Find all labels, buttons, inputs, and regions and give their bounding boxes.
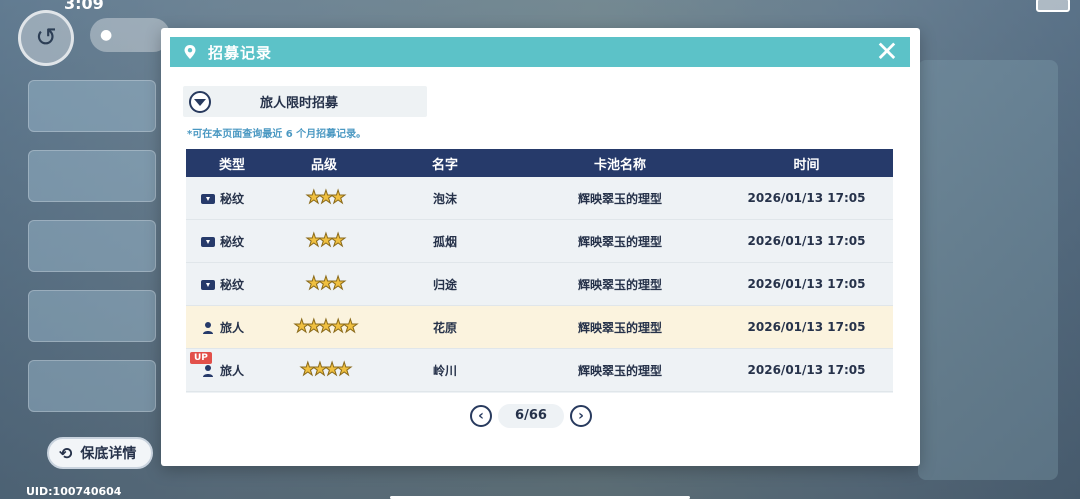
row-pool: 辉映翠玉的理型 — [577, 234, 662, 249]
prev-page-button[interactable]: ‹ — [470, 405, 492, 427]
table-row: UP 旅人 ★★★★ 岭川 辉映翠玉的理型 2026/01/13 17:05 — [186, 349, 893, 392]
battery-icon — [1036, 0, 1070, 12]
pagination: ‹ 6/66 › — [470, 404, 592, 428]
location-pin-icon: ● — [100, 27, 113, 43]
person-icon — [200, 364, 216, 377]
table-header: 类型 品级 名字 卡池名称 时间 — [186, 149, 893, 177]
close-icon: ✕ — [875, 35, 899, 68]
background-panel — [28, 80, 156, 132]
row-time: 2026/01/13 17:05 — [747, 234, 866, 248]
rarity-stars: ★★★★★ — [293, 316, 359, 337]
pity-details-button[interactable]: ⟲ 保底详情 — [47, 437, 153, 469]
table-row: 秘纹 ★★★ 归途 辉映翠玉的理型 2026/01/13 17:05 — [186, 263, 893, 306]
record-period-note: *可在本页面查询最近 6 个月招募记录。 — [187, 129, 367, 140]
back-button[interactable]: ↺ — [18, 10, 74, 66]
pool-dropdown-label: 旅人限时招募 — [259, 96, 338, 111]
card-icon — [200, 235, 216, 248]
table-row-highlighted: 旅人 ★★★★★ 花原 辉映翠玉的理型 2026/01/13 17:05 — [186, 306, 893, 349]
table-row: 秘纹 ★★★ 孤烟 辉映翠玉的理型 2026/01/13 17:05 — [186, 220, 893, 263]
background-side-panel — [918, 60, 1058, 480]
card-icon — [200, 192, 216, 205]
pity-details-label: 保底详情 — [80, 446, 137, 462]
row-name: 泡沫 — [432, 191, 457, 206]
column-header-type: 类型 — [218, 157, 245, 173]
recruit-record-dialog: 招募记录 ✕ 旅人限时招募 *可在本页面查询最近 6 个月招募记录。 类型 品级… — [161, 28, 920, 466]
user-id: UID:100740604 — [26, 485, 122, 498]
chevron-left-icon: ‹ — [478, 408, 484, 424]
row-time: 2026/01/13 17:05 — [747, 320, 866, 334]
rarity-stars: ★★★ — [305, 273, 346, 294]
pool-dropdown[interactable]: 旅人限时招募 — [183, 86, 427, 117]
column-header-time: 时间 — [793, 157, 820, 173]
background-panel — [28, 290, 156, 342]
background-panel — [28, 360, 156, 412]
chevron-down-icon[interactable] — [189, 90, 211, 113]
location-pin-icon — [182, 44, 198, 60]
dialog-header: 招募记录 ✕ — [170, 37, 910, 67]
column-header-name: 名字 — [431, 157, 458, 173]
rarity-stars: ★★★★ — [299, 359, 353, 380]
row-name: 孤烟 — [432, 234, 457, 249]
row-name: 岭川 — [432, 363, 457, 378]
rarity-stars: ★★★ — [305, 187, 346, 208]
rarity-stars: ★★★ — [305, 230, 346, 251]
record-table: 类型 品级 名字 卡池名称 时间 秘纹 ★★★ 泡沫 辉映翠玉的理型 2026/… — [186, 149, 893, 393]
chevron-right-icon: › — [578, 408, 584, 424]
row-time: 2026/01/13 17:05 — [747, 363, 866, 377]
column-header-pool: 卡池名称 — [593, 157, 646, 173]
person-icon — [200, 321, 216, 334]
row-type: 秘纹 — [220, 191, 245, 206]
row-name: 归途 — [432, 277, 457, 292]
row-type: 旅人 — [220, 363, 245, 378]
next-page-button[interactable]: › — [570, 405, 592, 427]
table-row: 秘纹 ★★★ 泡沫 辉映翠玉的理型 2026/01/13 17:05 — [186, 177, 893, 220]
row-type: 秘纹 — [220, 277, 245, 292]
card-icon — [200, 278, 216, 291]
status-time: 3:09 — [64, 0, 104, 13]
dialog-title: 招募记录 — [208, 43, 273, 62]
row-type: 秘纹 — [220, 234, 245, 249]
back-arrow-icon: ↺ — [35, 23, 57, 53]
location-chip[interactable]: ● — [90, 18, 170, 52]
row-pool: 辉映翠玉的理型 — [577, 363, 662, 378]
column-header-rarity: 品级 — [310, 157, 337, 173]
row-pool: 辉映翠玉的理型 — [577, 191, 662, 206]
row-name: 花原 — [432, 320, 457, 335]
background-panel — [28, 150, 156, 202]
row-time: 2026/01/13 17:05 — [747, 191, 866, 205]
up-badge: UP — [190, 352, 212, 364]
row-pool: 辉映翠玉的理型 — [577, 320, 662, 335]
row-pool: 辉映翠玉的理型 — [577, 277, 662, 292]
page-indicator: 6/66 — [498, 404, 564, 428]
background-panel — [28, 220, 156, 272]
close-button[interactable]: ✕ — [874, 38, 900, 66]
row-time: 2026/01/13 17:05 — [747, 277, 866, 291]
row-type: 旅人 — [220, 320, 245, 335]
refresh-icon: ⟲ — [59, 443, 73, 463]
